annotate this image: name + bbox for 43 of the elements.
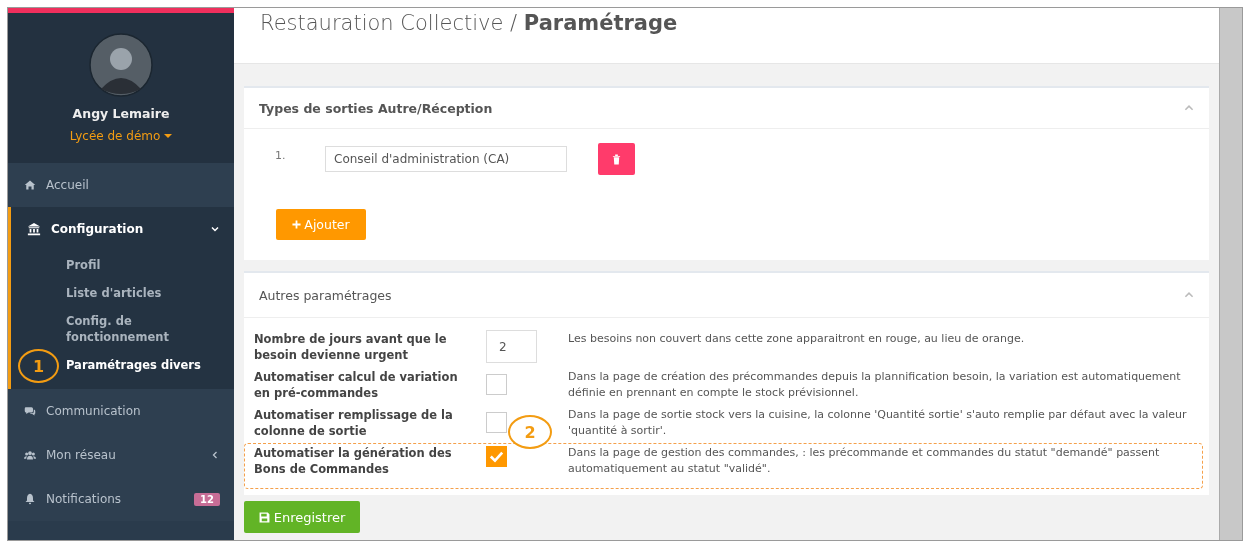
callout-marker: 1 xyxy=(18,349,59,383)
setting-label: Automatiser remplissage de la colonne de sortie xyxy=(254,407,454,439)
checkbox[interactable] xyxy=(486,446,507,467)
delete-button[interactable] xyxy=(598,143,635,175)
scrollbar[interactable] xyxy=(1219,8,1242,540)
home-icon xyxy=(24,179,36,191)
nav-item[interactable]: Configuration xyxy=(11,207,234,251)
setting-description: Dans la page de sortie stock vers la cuisine, la colonne 'Quantité sortie' s'auto remplie par défaut avec la valeur 'quantité à sortir'. xyxy=(568,407,1188,439)
nav-item[interactable]: Communication xyxy=(8,389,234,433)
number-field[interactable]: 2 xyxy=(486,330,537,363)
users-icon xyxy=(24,449,36,461)
notification-count: 12 xyxy=(194,492,220,506)
setting-label: Nombre de jours avant que le besoin devienne urgent xyxy=(254,331,448,363)
trash-icon xyxy=(612,153,621,165)
callout-marker: 2 xyxy=(508,415,552,449)
entry-number: 1. xyxy=(275,149,287,162)
text-field[interactable]: Conseil d'administration (CA) xyxy=(325,146,567,172)
chat-icon xyxy=(24,405,36,417)
user-name: Angy Lemaire xyxy=(72,106,170,121)
submenu-item[interactable]: Liste d'articles xyxy=(66,279,216,307)
setting-description: Les besoins non couvert dans cette zone apparaitront en rouge, au lieu de orange. xyxy=(568,331,1026,347)
setting-label: Automatiser calcul de variation en pré-commandes xyxy=(254,369,459,401)
chevron-down-icon xyxy=(210,224,220,234)
panel-title: Types de sorties Autre/Réception xyxy=(259,100,493,116)
plus-icon xyxy=(292,220,302,229)
setting-label: Automatiser la génération des Bons de Commandes xyxy=(254,445,453,477)
setting-description: Dans la page de création des précommandes depuis la plannification besoin, la variation est automatiquement définie en prennant en compte le stock prévisionnel. xyxy=(568,369,1182,401)
nav-item[interactable]: Notifications 12 xyxy=(8,477,234,521)
setting-description: Dans la page de gestion des commandes, : les précommande et commandes du statut "demandé" passent automatiquement au statut "validé". xyxy=(568,445,1161,477)
caret-icon xyxy=(164,134,173,138)
submenu-item[interactable]: Paramétrages divers xyxy=(66,351,216,379)
checkbox[interactable] xyxy=(486,412,507,433)
checkbox[interactable] xyxy=(486,374,507,395)
avatar xyxy=(89,33,153,97)
school-dropdown[interactable]: Lycée de démo xyxy=(69,129,173,143)
page-title: Restauration Collective / Paramétrage xyxy=(259,10,679,35)
bell-icon xyxy=(24,493,36,505)
submenu-item[interactable]: Config. de fonctionnement xyxy=(66,307,216,351)
submenu-item[interactable]: Profil xyxy=(66,251,216,279)
nav-item[interactable]: Mon réseau xyxy=(8,433,234,477)
nav-item[interactable]: Accueil xyxy=(8,163,234,207)
panel-title: Autres paramétrages xyxy=(259,287,392,303)
bank-icon xyxy=(27,222,41,236)
